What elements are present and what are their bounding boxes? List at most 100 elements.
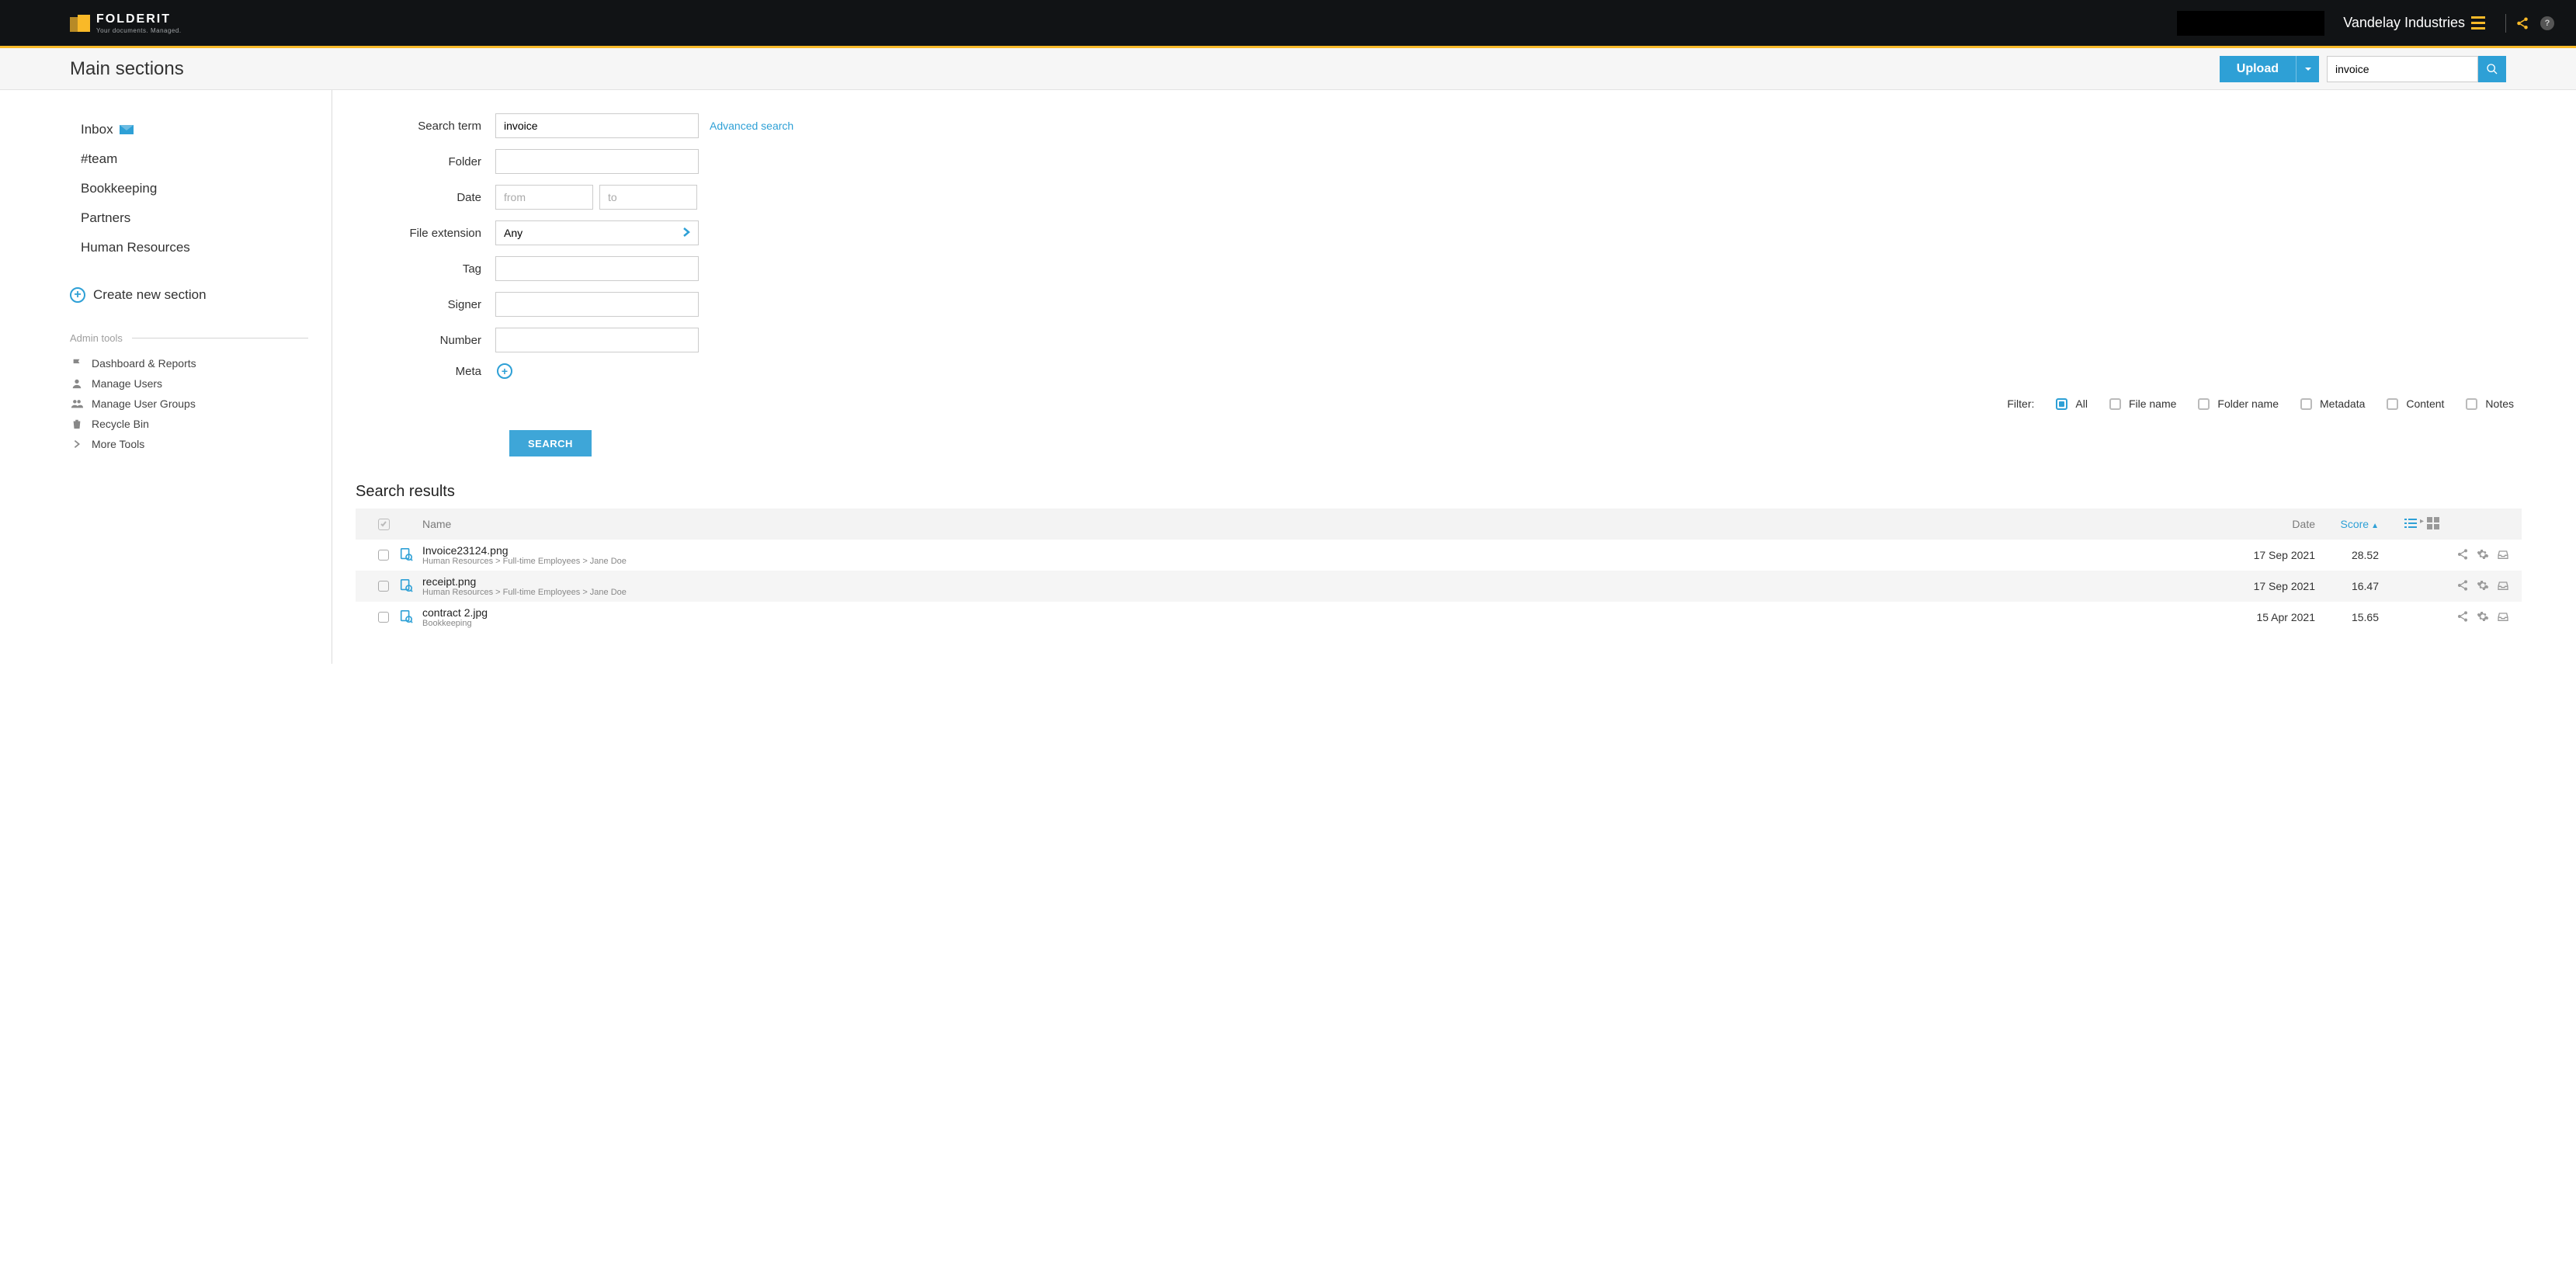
preview-icon[interactable]: [399, 582, 413, 595]
filter-option-metadata[interactable]: Metadata: [2300, 397, 2365, 410]
file-name: contract 2.jpg: [422, 606, 2222, 619]
tray-icon[interactable]: [2497, 610, 2509, 625]
users-icon: [70, 398, 84, 409]
upload-button[interactable]: Upload: [2220, 56, 2296, 82]
filter-option-content[interactable]: Content: [2387, 397, 2444, 410]
help-icon[interactable]: ?: [2540, 16, 2554, 30]
folder-icon: [70, 15, 90, 32]
gear-icon[interactable]: [2477, 548, 2489, 563]
chevron-down-icon: [2304, 65, 2312, 73]
admin-item-label: Dashboard & Reports: [92, 357, 196, 370]
label-signer: Signer: [356, 298, 495, 311]
search-submit-button[interactable]: SEARCH: [509, 430, 592, 456]
filter-option-folder-name[interactable]: Folder name: [2198, 397, 2279, 410]
col-name[interactable]: Name: [422, 518, 2222, 530]
tag-input[interactable]: [495, 256, 699, 281]
advanced-search-link[interactable]: Advanced search: [710, 120, 793, 132]
col-date[interactable]: Date: [2222, 518, 2315, 530]
filter-option-label: All: [2075, 397, 2088, 410]
divider: [2505, 14, 2506, 33]
row-checkbox[interactable]: [378, 550, 389, 561]
filter-option-file-name[interactable]: File name: [2109, 397, 2176, 410]
filter-label: Filter:: [2007, 397, 2034, 410]
admin-item-manage-user-groups[interactable]: Manage User Groups: [0, 394, 332, 414]
gear-icon[interactable]: [2477, 610, 2489, 625]
plus-circle-icon: +: [70, 287, 85, 303]
checkbox-icon: [2109, 398, 2121, 410]
sidebar-item--team[interactable]: #team: [0, 144, 332, 174]
search-icon: [2486, 63, 2498, 75]
sort-asc-icon: ▲: [2371, 522, 2379, 530]
share-icon[interactable]: [2515, 16, 2529, 30]
tray-icon[interactable]: [2497, 579, 2509, 594]
label-search-term: Search term: [356, 120, 495, 133]
gear-icon[interactable]: [2477, 579, 2489, 594]
tray-icon[interactable]: [2497, 548, 2509, 563]
global-search-input[interactable]: [2327, 56, 2478, 82]
preview-icon[interactable]: [399, 613, 413, 626]
file-path: Human Resources > Full-time Employees > …: [422, 557, 2222, 566]
admin-item-dashboard-reports[interactable]: Dashboard & Reports: [0, 353, 332, 373]
filter-option-label: File name: [2129, 397, 2176, 410]
search-term-input[interactable]: [495, 113, 699, 138]
brand-logo[interactable]: FOLDERIT Your documents. Managed.: [70, 12, 182, 34]
checkbox-icon[interactable]: [378, 519, 390, 530]
org-name[interactable]: Vandelay Industries: [2343, 15, 2465, 31]
checkbox-icon: [2198, 398, 2210, 410]
checkbox-icon: [2056, 398, 2067, 410]
file-extension-select[interactable]: [495, 220, 699, 245]
grid-view-icon[interactable]: [2427, 517, 2439, 532]
checkbox-icon: [2466, 398, 2477, 410]
date-to-input[interactable]: [599, 185, 697, 210]
share-icon[interactable]: [2456, 548, 2469, 563]
number-input[interactable]: [495, 328, 699, 352]
date-from-input[interactable]: [495, 185, 593, 210]
share-icon[interactable]: [2456, 579, 2469, 594]
sidebar-item-label: Human Resources: [81, 240, 190, 255]
admin-item-label: Manage Users: [92, 377, 162, 390]
label-date: Date: [356, 191, 495, 204]
admin-item-label: Manage User Groups: [92, 397, 196, 410]
sidebar-item-bookkeeping[interactable]: Bookkeeping: [0, 174, 332, 203]
preview-icon[interactable]: [399, 551, 413, 564]
folder-input[interactable]: [495, 149, 699, 174]
menu-icon[interactable]: [2471, 16, 2485, 30]
filter-option-label: Metadata: [2320, 397, 2365, 410]
admin-tools-header: Admin tools: [0, 317, 332, 353]
filter-option-label: Folder name: [2217, 397, 2279, 410]
add-meta-button[interactable]: +: [497, 363, 512, 379]
col-score[interactable]: Score▲: [2341, 518, 2379, 530]
sidebar-item-human-resources[interactable]: Human Resources: [0, 233, 332, 262]
global-search-button[interactable]: [2478, 56, 2506, 82]
filter-option-notes[interactable]: Notes: [2466, 397, 2514, 410]
results-title: Search results: [356, 483, 2522, 501]
admin-item-label: More Tools: [92, 438, 144, 450]
upload-dropdown-button[interactable]: [2296, 56, 2319, 82]
sidebar-item-label: Bookkeeping: [81, 181, 157, 196]
table-row[interactable]: Invoice23124.pngHuman Resources > Full-t…: [356, 540, 2522, 571]
share-icon[interactable]: [2456, 610, 2469, 625]
sidebar-item-inbox[interactable]: Inbox: [0, 115, 332, 144]
list-view-icon[interactable]: [2404, 517, 2417, 532]
row-checkbox[interactable]: [378, 612, 389, 623]
filter-option-all[interactable]: All: [2056, 397, 2088, 410]
create-section-button[interactable]: + Create new section: [0, 273, 332, 317]
trash-icon: [70, 418, 84, 429]
main-content: Search term Advanced search Folder Date …: [332, 90, 2576, 664]
table-row[interactable]: contract 2.jpgBookkeeping15 Apr 202115.6…: [356, 602, 2522, 633]
row-checkbox[interactable]: [378, 581, 389, 592]
sub-header: Main sections Upload: [0, 48, 2576, 90]
admin-item-more-tools[interactable]: More Tools: [0, 434, 332, 454]
sidebar-item-label: #team: [81, 151, 117, 167]
admin-item-manage-users[interactable]: Manage Users: [0, 373, 332, 394]
admin-item-recycle-bin[interactable]: Recycle Bin: [0, 414, 332, 434]
filter-option-label: Notes: [2485, 397, 2514, 410]
signer-input[interactable]: [495, 292, 699, 317]
filter-option-label: Content: [2406, 397, 2444, 410]
file-name: Invoice23124.png: [422, 544, 2222, 557]
sidebar-item-partners[interactable]: Partners: [0, 203, 332, 233]
results-table: Name Date Score▲ ▸ Invoice23124.pngHuman…: [356, 509, 2522, 633]
sidebar-item-label: Inbox: [81, 122, 113, 137]
sidebar-item-label: Partners: [81, 210, 130, 226]
table-row[interactable]: receipt.pngHuman Resources > Full-time E…: [356, 571, 2522, 602]
